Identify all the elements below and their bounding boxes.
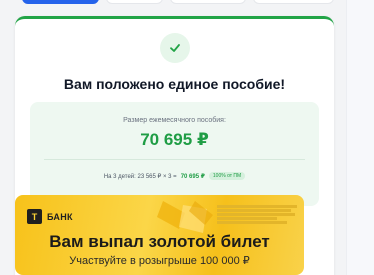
tab-4[interactable] — [253, 0, 334, 4]
golden-ticket-banner[interactable]: Т БАНК Вам выпал золотой билет Участвуйт… — [15, 195, 304, 275]
formula-row: На 3 детей: 23 565 ₽ × 3 = 70 695 ₽ 100%… — [30, 172, 319, 180]
amount-box: Размер ежемесячного пособия: 70 695 ₽ На… — [30, 102, 319, 206]
banner-fineprint — [217, 205, 299, 224]
banner-title: Вам выпал золотой билет — [49, 232, 270, 251]
bank-logo: Т БАНК — [27, 209, 73, 224]
banner-subtitle: Участвуйте в розыгрыше 100 000 ₽ — [69, 255, 250, 267]
subsistence-badge: 100% от ПМ — [208, 172, 246, 180]
tab-active[interactable] — [22, 0, 99, 4]
result-title: Вам положено единое пособие! — [63, 76, 286, 92]
divider — [44, 159, 305, 160]
bank-logo-text: БАНК — [47, 211, 73, 222]
amount-label: Размер ежемесячного пособия: — [123, 117, 226, 124]
check-icon — [160, 33, 190, 63]
right-panel — [346, 0, 374, 275]
tab-2[interactable] — [106, 0, 163, 4]
tab-3[interactable] — [170, 0, 246, 4]
formula-total: 70 695 ₽ — [180, 173, 205, 180]
bank-logo-icon: Т — [27, 209, 42, 224]
top-tabs — [0, 0, 346, 8]
formula-text: На 3 детей: 23 565 ₽ × 3 = — [103, 173, 177, 180]
amount-value: 70 695 ₽ — [140, 130, 209, 149]
